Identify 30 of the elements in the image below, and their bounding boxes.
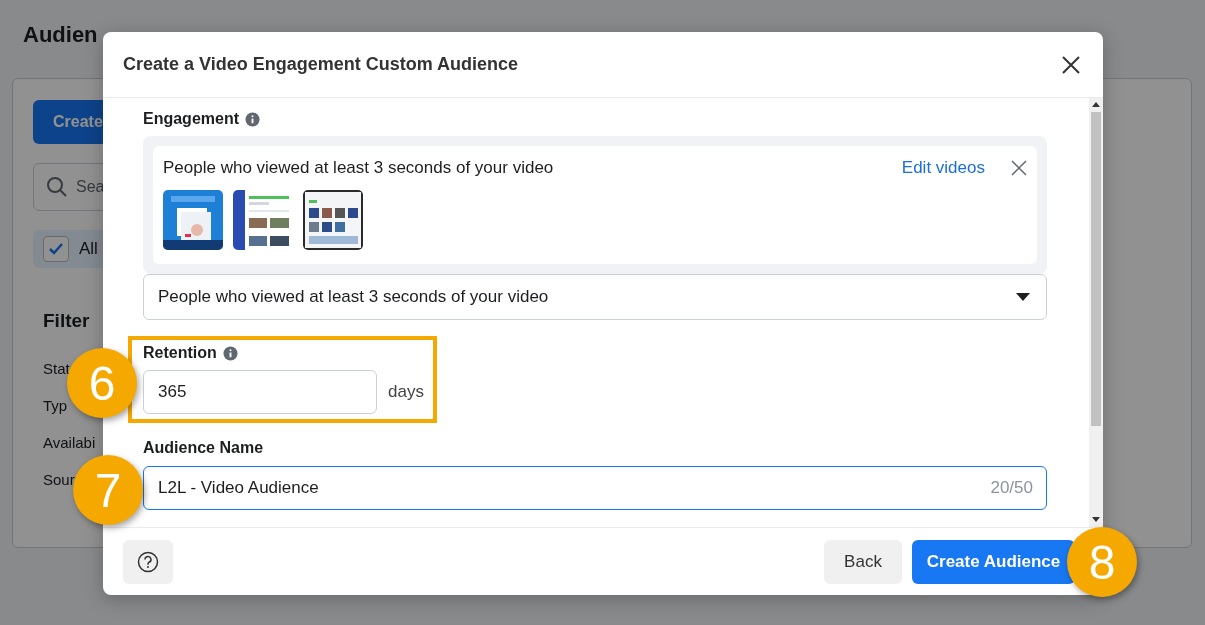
back-button[interactable]: Back: [824, 539, 902, 584]
filter-item[interactable]: Typ: [43, 397, 68, 415]
character-count: 20/50: [990, 478, 1033, 498]
dropdown[interactable]: People who viewed at least 3 seconds of your video: [143, 274, 1047, 320]
close-icon[interactable]: [1061, 54, 1081, 75]
filter-item[interactable]: Sour: [43, 471, 75, 489]
field-label: Audience Name: [143, 439, 264, 457]
scroll-down-icon[interactable]: [1092, 517, 1100, 523]
search-icon: [46, 176, 68, 198]
filter-item[interactable]: Availabi: [43, 434, 96, 452]
dialog-title: Create a Video Engagement Custom Audience: [123, 54, 519, 75]
checkbox[interactable]: [43, 236, 69, 262]
unit-label: days: [388, 382, 424, 402]
scroll-up-icon[interactable]: [1092, 102, 1100, 108]
edit-videos-link[interactable]: Edit videos: [901, 158, 985, 178]
engagement-summary: People who viewed at least 3 seconds of your video: [163, 158, 555, 178]
help-icon: [137, 550, 159, 573]
caret-icon: [1016, 292, 1030, 302]
info-icon[interactable]: [222, 345, 238, 361]
close-icon[interactable]: [1011, 160, 1027, 176]
field-label: Engagement: [143, 110, 239, 128]
retention-input[interactable]: 365: [143, 370, 377, 414]
filter-label: All: [79, 239, 98, 259]
info-icon[interactable]: [245, 111, 260, 127]
help-button[interactable]: [123, 539, 173, 584]
filter-heading: Filter: [43, 310, 90, 332]
create-audience-button[interactable]: Create Audience: [912, 539, 1075, 584]
field-label: Retention: [143, 344, 217, 362]
scrollbar[interactable]: [1089, 98, 1103, 527]
page-title: Audien: [23, 22, 98, 48]
